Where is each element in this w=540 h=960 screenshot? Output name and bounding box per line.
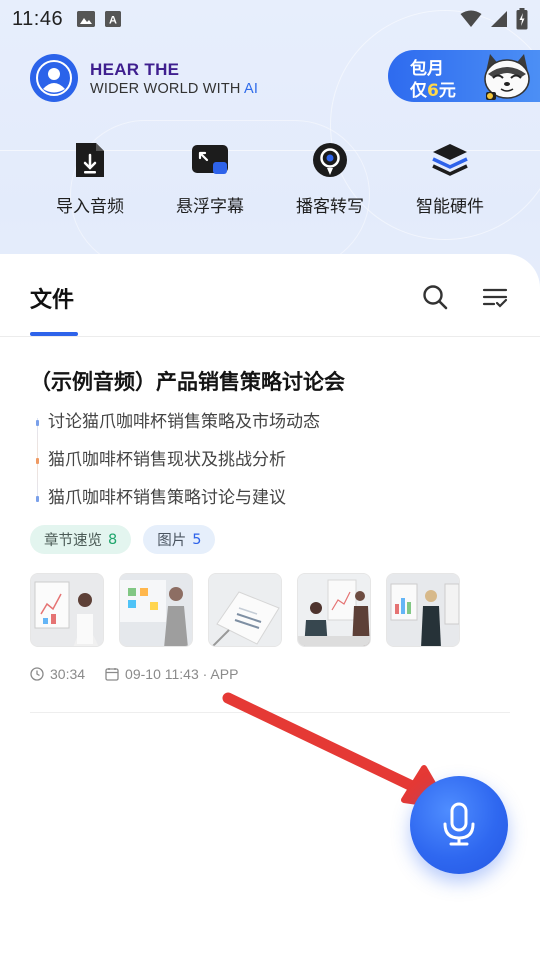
- floating-subtitle-icon: [190, 140, 230, 180]
- action-podcast-transcribe[interactable]: 播客转写: [270, 140, 390, 217]
- image-icon: [77, 11, 96, 27]
- tab-files[interactable]: 文件: [30, 282, 74, 314]
- smart-hardware-icon: [430, 140, 470, 180]
- tag-chapter-overview[interactable]: 章节速览 8: [30, 525, 132, 554]
- thumbnail-image[interactable]: [208, 573, 282, 647]
- action-label: 播客转写: [296, 197, 364, 217]
- tab-divider: [0, 336, 540, 337]
- husky-mascot-icon: [484, 54, 530, 100]
- action-smart-hardware[interactable]: 智能硬件: [390, 140, 510, 217]
- quick-actions: 导入音频 悬浮字幕 播客转写 智能硬件: [30, 140, 510, 217]
- status-time: 11:46: [12, 7, 64, 30]
- filter-sort-button[interactable]: [480, 282, 510, 312]
- thumbnail-image[interactable]: [297, 573, 371, 647]
- status-right: [460, 8, 528, 30]
- calendar-icon: [105, 668, 119, 681]
- action-label: 智能硬件: [416, 197, 484, 217]
- brand-line2: WIDER WORLD WITH: [90, 81, 245, 97]
- image-thumbnails: [30, 573, 460, 647]
- tag-images[interactable]: 图片 5: [143, 525, 216, 554]
- signal-icon: [491, 11, 507, 27]
- file-tab-bar: 文件: [0, 254, 540, 338]
- svg-text:A: A: [109, 15, 117, 27]
- battery-icon: [516, 8, 528, 30]
- file-tags: 章节速览 8 图片 5: [30, 525, 216, 554]
- user-icon: [36, 60, 72, 96]
- brand-ai: AI: [244, 81, 259, 97]
- thumbnail-image[interactable]: [30, 573, 104, 647]
- duration: 30:34: [30, 666, 85, 682]
- status-bar: 11:46 A: [0, 0, 540, 38]
- podcast-transcribe-icon: [310, 140, 350, 180]
- action-label: 导入音频: [56, 197, 124, 217]
- outline-item: 讨论猫爪咖啡杯销售策略及市场动态: [36, 410, 320, 448]
- import-audio-icon: [70, 140, 110, 180]
- search-button[interactable]: [420, 282, 450, 312]
- thumbnail-image[interactable]: [386, 573, 460, 647]
- outline-item: 猫爪咖啡杯销售现状及挑战分析: [36, 448, 320, 486]
- brand-slogan: HEAR THE WIDER WORLD WITH AI: [90, 60, 258, 97]
- record-mic-button[interactable]: [410, 776, 508, 874]
- user-avatar[interactable]: [30, 54, 78, 102]
- a-icon: A: [105, 11, 122, 27]
- outline-item: 猫爪咖啡杯销售策略讨论与建议: [36, 486, 320, 524]
- action-label: 悬浮字幕: [176, 197, 244, 217]
- brand-line1: HEAR THE: [90, 60, 180, 79]
- promo-line2: 仅6元: [410, 81, 456, 101]
- thumbnail-image[interactable]: [119, 573, 193, 647]
- created-datetime: 09-10 11:43 · APP: [105, 666, 238, 682]
- sort-list-icon: [482, 288, 508, 308]
- list-separator: [30, 712, 510, 713]
- search-icon: [423, 285, 448, 310]
- file-title: （示例音频）产品销售策略讨论会: [30, 370, 345, 394]
- wifi-icon: [460, 10, 482, 27]
- file-meta: 30:34 09-10 11:43 · APP: [30, 666, 238, 682]
- clock-icon: [30, 667, 44, 681]
- action-import-audio[interactable]: 导入音频: [30, 140, 150, 217]
- microphone-icon: [443, 802, 475, 846]
- monthly-promo-banner[interactable]: 包月 仅6元: [388, 50, 540, 102]
- file-outline: 讨论猫爪咖啡杯销售策略及市场动态 猫爪咖啡杯销售现状及挑战分析 猫爪咖啡杯销售策…: [36, 410, 320, 524]
- action-floating-subtitle[interactable]: 悬浮字幕: [150, 140, 270, 217]
